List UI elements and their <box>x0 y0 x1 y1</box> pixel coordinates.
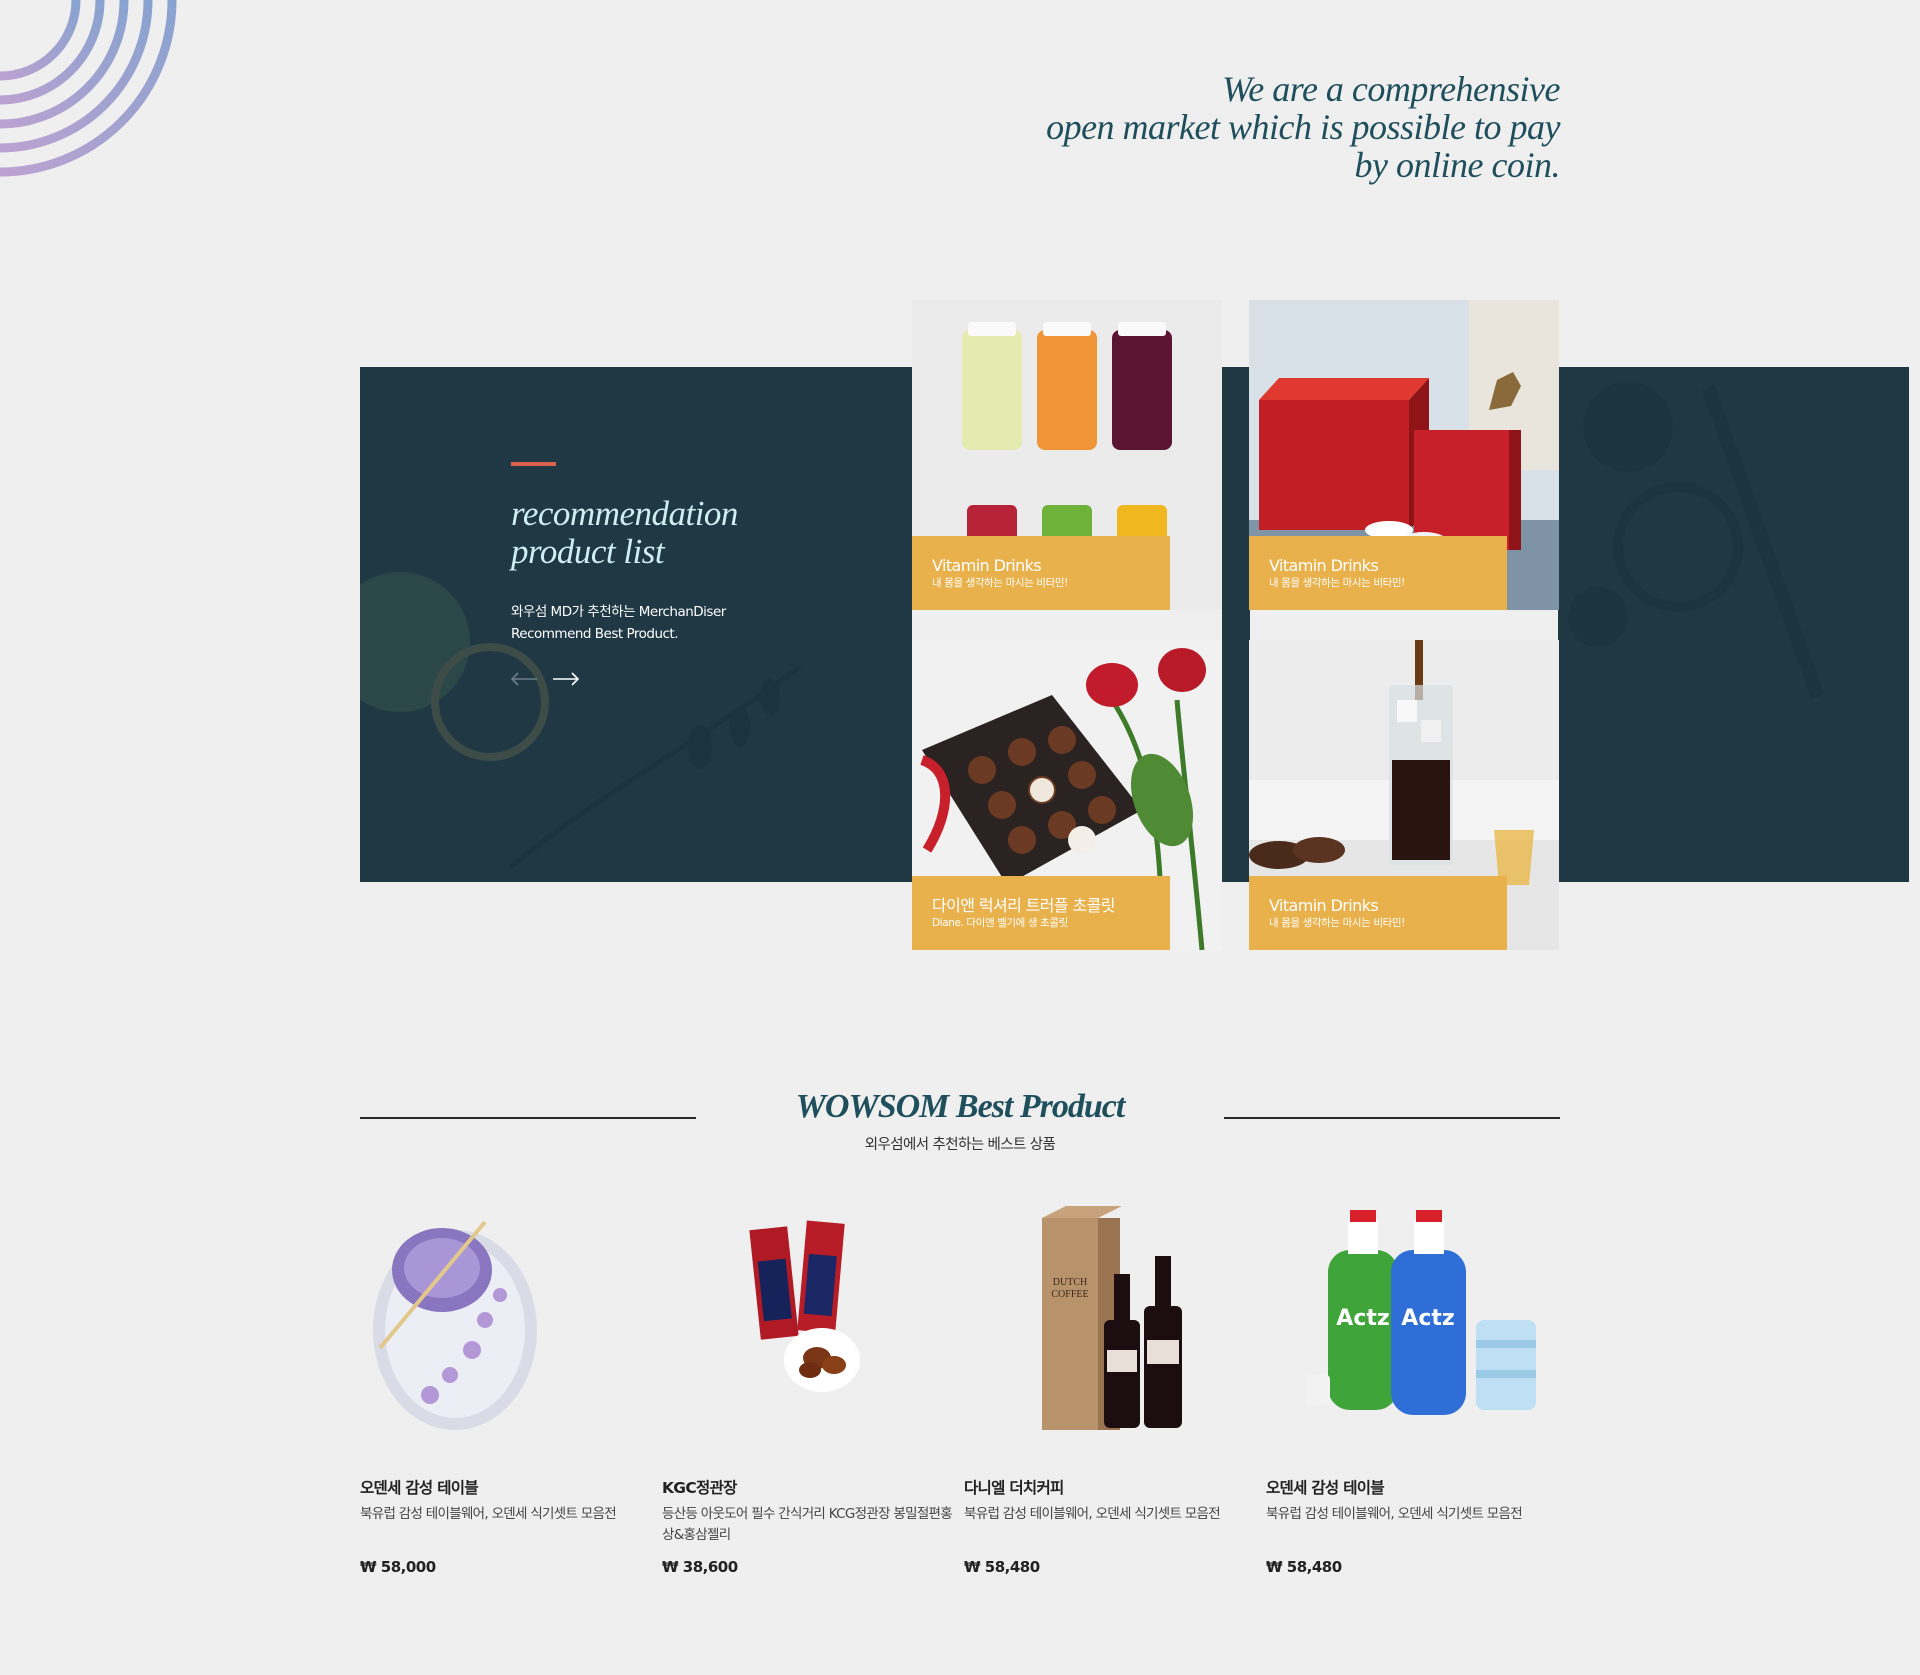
tableware-image <box>373 1220 537 1430</box>
best-product-item[interactable]: Actz Actz 오덴세 감성 테이블 북유럽 감성 테이블웨어, 오덴세 식… <box>1266 1200 1556 1576</box>
product-description: 등산등 아웃도어 필수 간식거리 KCG정관장 봉밀절편홍상&홍삼젤리 <box>662 1506 953 1543</box>
box-text-2: COFFEE <box>1051 1289 1088 1300</box>
card-subtitle: 내 몸을 생각하는 마시는 비타민! <box>1269 917 1405 929</box>
product-price: ₩ 38,600 <box>662 1558 738 1576</box>
product-price: ₩ 58,000 <box>360 1558 436 1576</box>
best-product-item[interactable]: 오덴세 감성 테이블 북유럽 감성 테이블웨어, 오덴세 식기셋트 모음전 ₩ … <box>360 1200 650 1576</box>
product-name: 오덴세 감성 테이블 <box>1266 1479 1385 1497</box>
product-card-1[interactable]: Vitamin Drinks 내 몸을 생각하는 마시는 비타민! <box>912 300 1222 610</box>
card-title: Vitamin Drinks <box>1269 896 1379 915</box>
card-label: 다이앤 럭셔리 트러플 초콜릿 Diane. 다이앤 벨기에 생 초콜릿 <box>912 876 1170 950</box>
decorative-circles <box>0 0 177 177</box>
card-title: Vitamin Drinks <box>1269 556 1379 575</box>
arrow-right-icon[interactable] <box>551 669 581 689</box>
product-card-2[interactable]: Vitamin Drinks 내 몸을 생각하는 마시는 비타민! <box>1249 300 1559 610</box>
product-card-4[interactable]: Vitamin Drinks 내 몸을 생각하는 마시는 비타민! <box>1249 640 1559 950</box>
card-subtitle: 내 몸을 생각하는 마시는 비타민! <box>1269 577 1405 589</box>
product-name: KGC정관장 <box>662 1479 737 1497</box>
band-gap-fill <box>1222 367 1250 882</box>
product-price: ₩ 58,480 <box>964 1558 1040 1576</box>
product-name: 다니엘 더치커피 <box>964 1479 1064 1497</box>
card-title: 다이앤 럭셔리 트러플 초콜릿 <box>932 896 1116 915</box>
product-image <box>360 1200 650 1440</box>
tagline-line-3: by online coin. <box>1354 145 1561 185</box>
rec-title-line-2: product list <box>511 532 665 571</box>
arrow-left-icon[interactable] <box>509 669 539 689</box>
rec-desc-line-2: Recommend Best Product. <box>511 626 679 642</box>
recommendation-title: recommendation product list <box>511 495 841 571</box>
tagline-line-1: We are a comprehensive <box>1222 69 1560 109</box>
best-product-subtitle: 외우섬에서 추천하는 베스트 상품 <box>864 1137 1056 1153</box>
red-ginseng-snack-image <box>749 1220 860 1392</box>
dutch-coffee-image: DUTCH COFFEE <box>1042 1206 1182 1430</box>
product-description: 북유럽 감성 테이블웨어, 오덴세 식기셋트 모음전 <box>1266 1506 1523 1522</box>
best-product-item[interactable]: DUTCH COFFEE 다니엘 더치커피 북유럽 감성 테이블웨어, 오덴세 … <box>964 1200 1254 1576</box>
product-image: DUTCH COFFEE <box>964 1200 1254 1440</box>
hero-tagline: We are a comprehensive open market which… <box>1046 70 1560 184</box>
product-image: Actz Actz <box>1266 1200 1556 1440</box>
tagline-line-2: open market which is possible to pay <box>1046 107 1560 147</box>
card-label: Vitamin Drinks 내 몸을 생각하는 마시는 비타민! <box>912 536 1170 610</box>
product-price: ₩ 58,480 <box>1266 1558 1342 1576</box>
card-subtitle: 내 몸을 생각하는 마시는 비타민! <box>932 577 1068 589</box>
rec-desc-line-1: 와우섬 MD가 추천하는 MerchanDiser <box>511 604 726 620</box>
bottle-text-left: Actz <box>1336 1306 1389 1331</box>
recommendation-panel: recommendation product list 와우섬 MD가 추천하는… <box>360 367 912 882</box>
card-label: Vitamin Drinks 내 몸을 생각하는 마시는 비타민! <box>1249 876 1507 950</box>
product-description: 북유럽 감성 테이블웨어, 오덴세 식기셋트 모음전 <box>964 1506 1221 1522</box>
recommendation-panel-right <box>1558 367 1909 882</box>
card-title: Vitamin Drinks <box>932 556 1042 575</box>
recommendation-description: 와우섬 MD가 추천하는 MerchanDiser Recommend Best… <box>511 601 811 645</box>
accent-bar <box>511 462 556 466</box>
bottle-text-right: Actz <box>1401 1306 1454 1331</box>
best-product-header: WOWSOM Best Product 외우섬에서 추천하는 베스트 상품 <box>360 1085 1560 1155</box>
product-description: 북유럽 감성 테이블웨어, 오덴세 식기셋트 모음전 <box>360 1506 617 1522</box>
box-text-1: DUTCH <box>1053 1277 1087 1288</box>
detergent-image: Actz Actz <box>1306 1210 1536 1415</box>
best-product-title: WOWSOM Best Product <box>795 1088 1126 1125</box>
product-image <box>662 1200 952 1440</box>
best-product-item[interactable]: KGC정관장 등산등 아웃도어 필수 간식거리 KCG정관장 봉밀절편홍상&홍삼… <box>662 1200 953 1576</box>
product-card-3[interactable]: 다이앤 럭셔리 트러플 초콜릿 Diane. 다이앤 벨기에 생 초콜릿 <box>912 640 1222 950</box>
product-name: 오덴세 감성 테이블 <box>360 1479 479 1497</box>
card-label: Vitamin Drinks 내 몸을 생각하는 마시는 비타민! <box>1249 536 1507 610</box>
card-subtitle: Diane. 다이앤 벨기에 생 초콜릿 <box>932 917 1068 929</box>
rec-title-line-1: recommendation <box>511 494 738 533</box>
slider-arrows <box>509 669 581 689</box>
band-right-decor <box>1568 382 1825 700</box>
